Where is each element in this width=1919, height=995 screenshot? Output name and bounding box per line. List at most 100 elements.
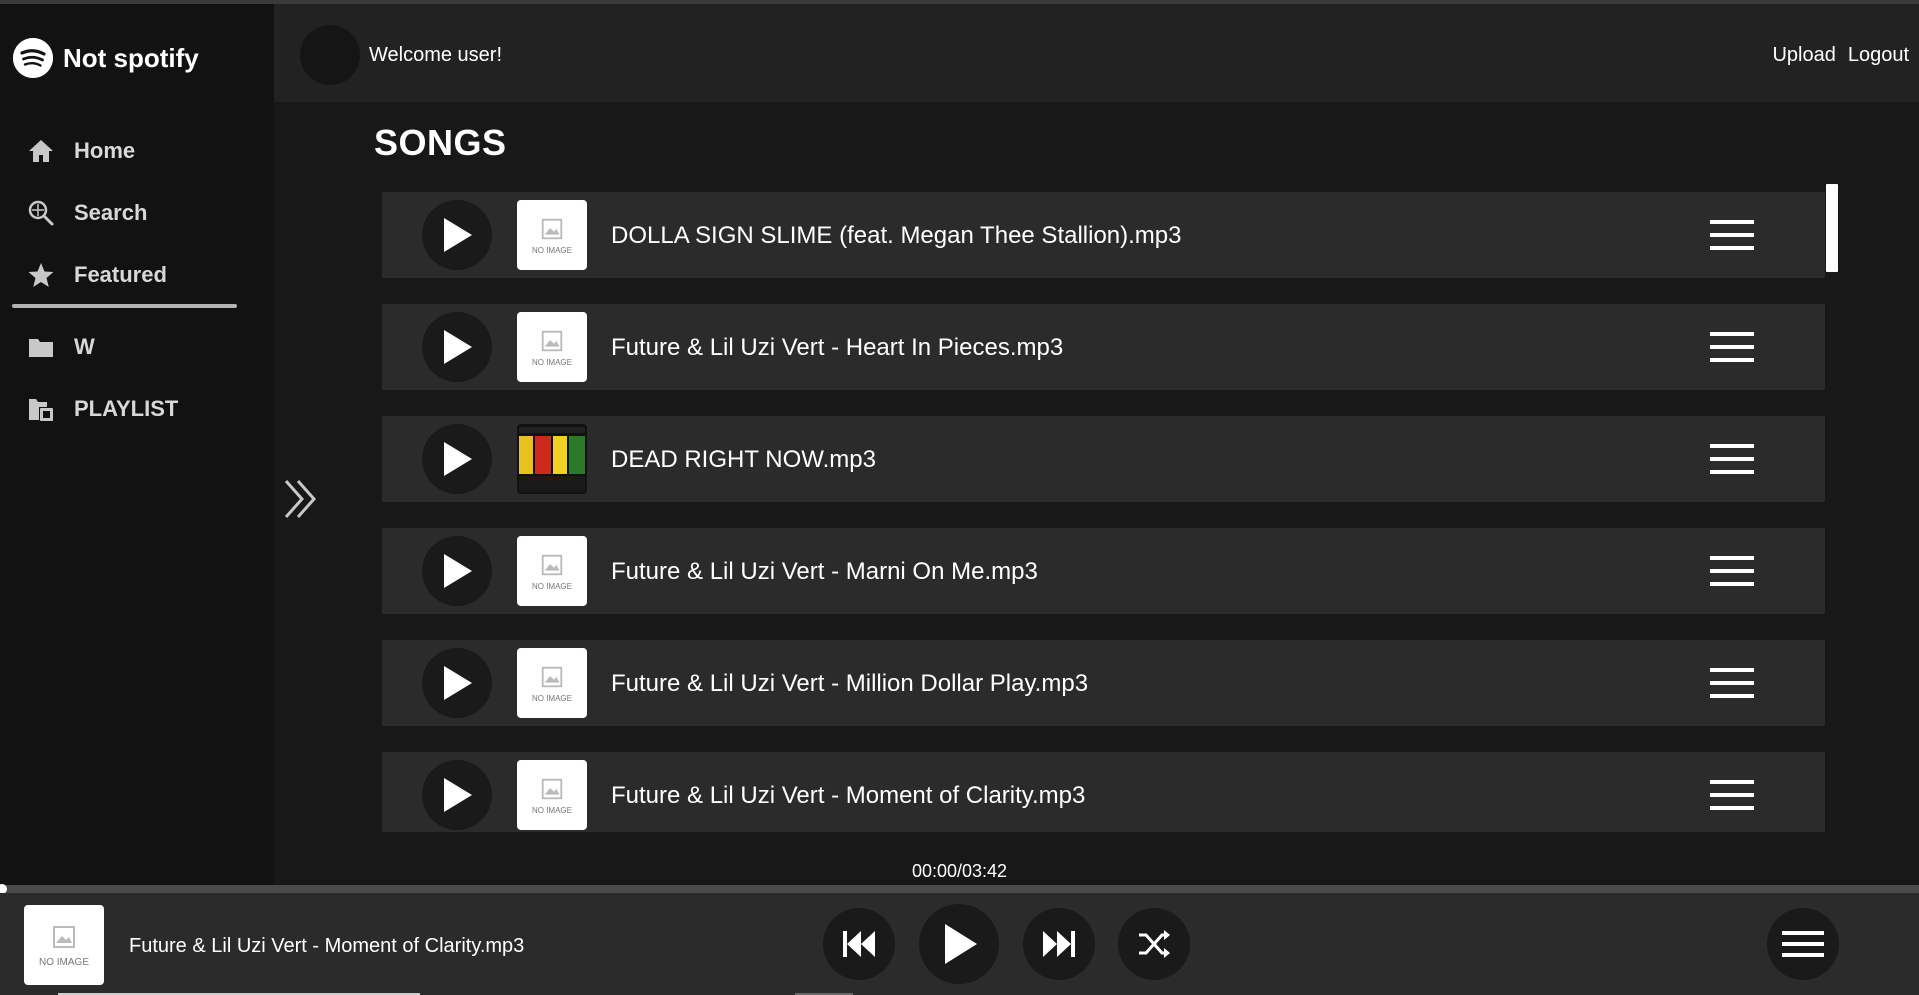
no-image-label: NO IMAGE bbox=[531, 581, 572, 591]
menu-icon bbox=[1710, 220, 1754, 250]
header-links: Upload Logout bbox=[1772, 44, 1909, 67]
previous-button[interactable] bbox=[823, 908, 895, 980]
progress-bar[interactable] bbox=[0, 884, 1919, 894]
play-icon bbox=[444, 330, 472, 364]
play-icon bbox=[444, 218, 472, 252]
no-image-label: NO IMAGE bbox=[531, 693, 572, 703]
app-name: Not spotify bbox=[63, 42, 199, 73]
sidebar-playlists: W PLAYLIST bbox=[26, 316, 178, 440]
image-placeholder-icon bbox=[541, 554, 563, 575]
sidebar-item-label: W bbox=[74, 334, 95, 359]
song-row[interactable]: NO IMAGE DOLLA SIGN SLIME (feat. Megan T… bbox=[382, 192, 1825, 278]
next-button[interactable] bbox=[1023, 908, 1095, 980]
sidebar: Not spotify Home Search Featured W PLAYL… bbox=[0, 4, 274, 885]
image-placeholder-icon bbox=[541, 778, 563, 799]
song-play-button[interactable] bbox=[422, 200, 492, 270]
song-row[interactable]: DEAD RIGHT NOW.mp3 bbox=[382, 416, 1825, 502]
image-placeholder-icon bbox=[541, 218, 563, 239]
app-logo[interactable]: Not spotify bbox=[13, 38, 199, 78]
play-pause-button[interactable] bbox=[919, 904, 999, 984]
menu-icon bbox=[1710, 668, 1754, 698]
sidebar-item-label: Home bbox=[74, 138, 136, 163]
song-title: Future & Lil Uzi Vert - Million Dollar P… bbox=[611, 670, 1089, 697]
sidebar-item-home[interactable]: Home bbox=[26, 120, 167, 182]
sidebar-divider bbox=[12, 304, 237, 308]
song-play-button[interactable] bbox=[422, 424, 492, 494]
play-icon bbox=[444, 442, 472, 476]
sidebar-item-label: PLAYLIST bbox=[74, 396, 179, 421]
no-image-label: NO IMAGE bbox=[531, 357, 572, 367]
song-title: Future & Lil Uzi Vert - Marni On Me.mp3 bbox=[611, 558, 1038, 585]
song-title: Future & Lil Uzi Vert - Heart In Pieces.… bbox=[611, 334, 1064, 361]
song-title: DOLLA SIGN SLIME (feat. Megan Thee Stall… bbox=[611, 222, 1182, 249]
sidebar-item-playlist-w[interactable]: W bbox=[26, 316, 178, 378]
song-play-button[interactable] bbox=[422, 312, 492, 382]
song-options-button[interactable] bbox=[1708, 776, 1756, 814]
home-icon bbox=[26, 136, 56, 166]
upload-link[interactable]: Upload bbox=[1772, 44, 1835, 67]
search-icon bbox=[26, 198, 56, 228]
expand-sidebar-icon[interactable] bbox=[282, 475, 322, 523]
queue-menu-button[interactable] bbox=[1767, 908, 1839, 980]
song-title: DEAD RIGHT NOW.mp3 bbox=[611, 446, 876, 473]
avatar[interactable] bbox=[300, 25, 360, 85]
no-image-label: NO IMAGE bbox=[531, 805, 572, 815]
song-play-button[interactable] bbox=[422, 648, 492, 718]
logout-link[interactable]: Logout bbox=[1848, 44, 1909, 67]
folder-icon bbox=[26, 332, 56, 362]
sidebar-item-featured[interactable]: Featured bbox=[26, 244, 167, 306]
menu-icon bbox=[1710, 444, 1754, 474]
play-icon bbox=[444, 778, 472, 812]
song-list[interactable]: NO IMAGE DOLLA SIGN SLIME (feat. Megan T… bbox=[382, 184, 1842, 832]
shuffle-icon bbox=[1139, 930, 1170, 958]
song-row[interactable]: NO IMAGE Future & Lil Uzi Vert - Moment … bbox=[382, 752, 1825, 832]
sidebar-item-search[interactable]: Search bbox=[26, 182, 167, 244]
song-play-button[interactable] bbox=[422, 760, 492, 830]
sidebar-item-playlist[interactable]: PLAYLIST bbox=[26, 378, 178, 440]
no-image-label: NO IMAGE bbox=[38, 956, 89, 968]
song-cover: NO IMAGE bbox=[517, 536, 587, 606]
song-options-button[interactable] bbox=[1708, 664, 1756, 702]
song-row[interactable]: NO IMAGE Future & Lil Uzi Vert - Heart I… bbox=[382, 304, 1825, 390]
skip-next-icon bbox=[1043, 931, 1075, 957]
sidebar-nav: Home Search Featured bbox=[26, 120, 167, 306]
page-title: SONGS bbox=[374, 122, 507, 163]
spotify-logo-icon bbox=[13, 38, 53, 78]
song-cover: NO IMAGE bbox=[517, 312, 587, 382]
song-list-scrollbar[interactable] bbox=[1826, 184, 1838, 272]
play-icon bbox=[444, 554, 472, 588]
song-play-button[interactable] bbox=[422, 536, 492, 606]
sidebar-item-label: Search bbox=[74, 200, 148, 225]
song-cover bbox=[517, 424, 587, 494]
album-cover-image bbox=[517, 424, 587, 494]
play-icon bbox=[945, 924, 977, 964]
image-placeholder-icon bbox=[541, 666, 563, 687]
menu-icon bbox=[1710, 556, 1754, 586]
song-cover: NO IMAGE bbox=[517, 648, 587, 718]
song-cover: NO IMAGE bbox=[517, 200, 587, 270]
image-placeholder-icon bbox=[541, 330, 563, 351]
song-options-button[interactable] bbox=[1708, 552, 1756, 590]
top-header: Welcome user! Upload Logout bbox=[274, 4, 1919, 102]
menu-icon bbox=[1710, 332, 1754, 362]
playlist-folder-icon bbox=[26, 394, 56, 424]
song-options-button[interactable] bbox=[1708, 216, 1756, 254]
song-options-button[interactable] bbox=[1708, 328, 1756, 366]
shuffle-button[interactable] bbox=[1118, 908, 1190, 980]
app-root: Not spotify Home Search Featured W PLAYL… bbox=[0, 0, 1919, 995]
no-image-label: NO IMAGE bbox=[531, 245, 572, 255]
sidebar-item-label: Featured bbox=[74, 262, 167, 287]
star-icon bbox=[26, 260, 56, 290]
play-icon bbox=[444, 666, 472, 700]
playback-time: 00:00/03:42 bbox=[911, 861, 1008, 881]
player-bar: NO IMAGE Future & Lil Uzi Vert - Moment … bbox=[0, 893, 1919, 995]
image-placeholder-icon bbox=[53, 925, 75, 948]
now-playing-cover: NO IMAGE bbox=[24, 905, 104, 985]
song-row[interactable]: NO IMAGE Future & Lil Uzi Vert - Million… bbox=[382, 640, 1825, 726]
song-options-button[interactable] bbox=[1708, 440, 1756, 478]
song-row[interactable]: NO IMAGE Future & Lil Uzi Vert - Marni O… bbox=[382, 528, 1825, 614]
song-title: Future & Lil Uzi Vert - Moment of Clarit… bbox=[611, 782, 1086, 809]
main-content: SONGS NO IMAGE DOLLA SIGN SLIME (feat. M… bbox=[274, 102, 1919, 885]
song-cover: NO IMAGE bbox=[517, 760, 587, 830]
now-playing-title: Future & Lil Uzi Vert - Moment of Clarit… bbox=[129, 935, 525, 957]
